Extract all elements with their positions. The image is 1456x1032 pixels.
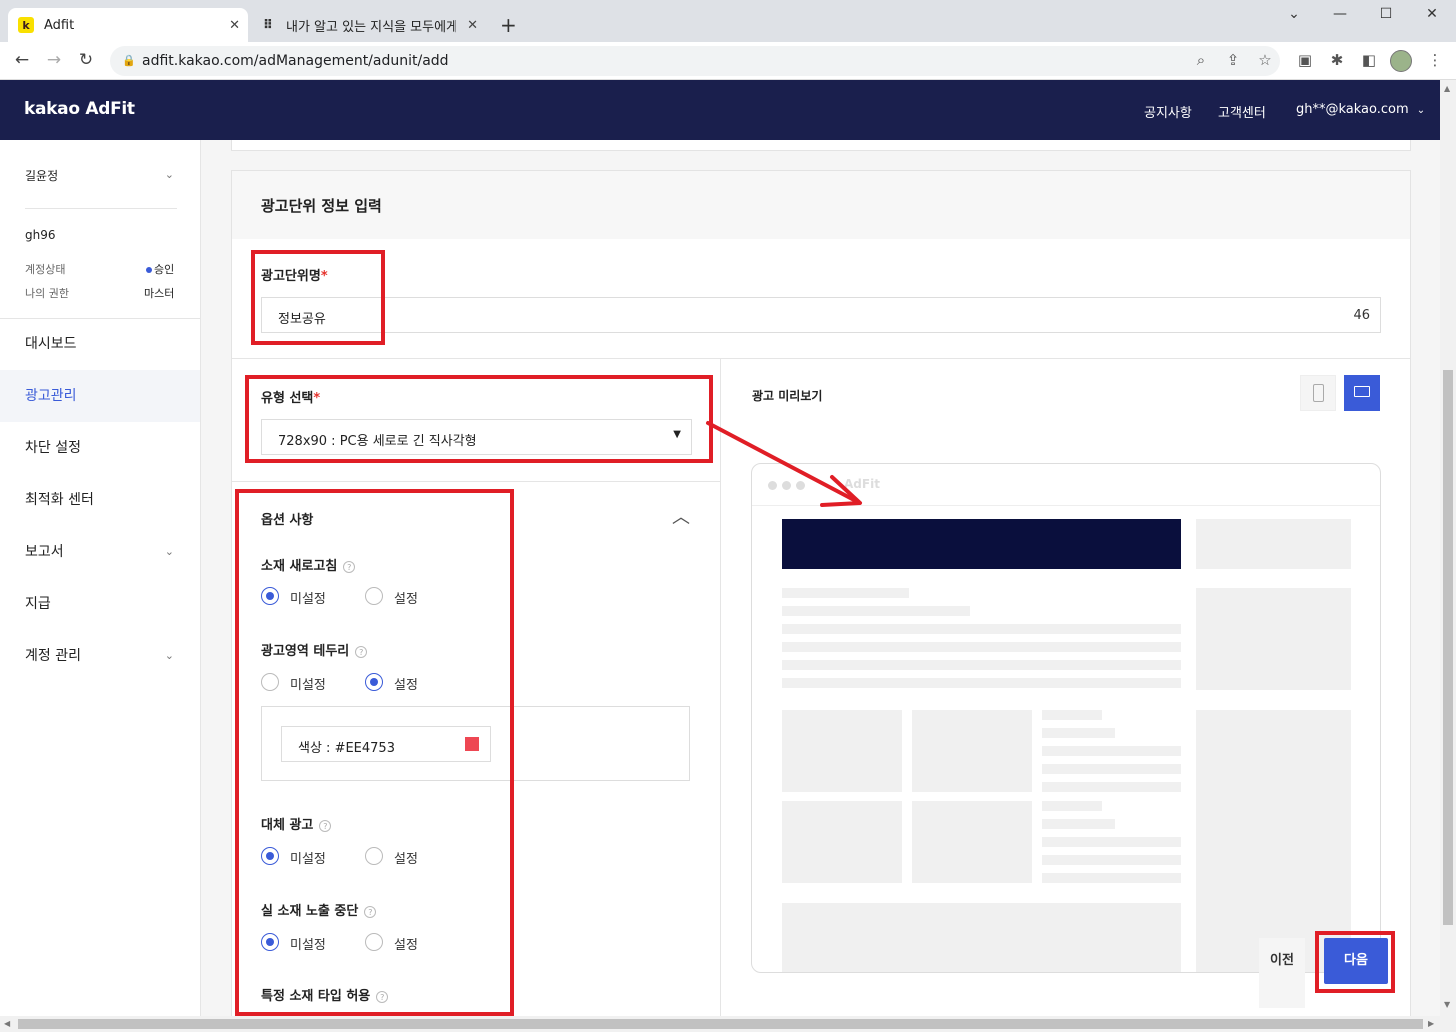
status-dot-icon <box>146 267 152 273</box>
kakao-adfit-logo[interactable]: kakao AdFit <box>24 99 135 119</box>
share-icon[interactable]: ⇪ <box>1222 51 1244 69</box>
annotation-arrow <box>706 421 862 507</box>
previous-section-card <box>231 140 1411 151</box>
sidebar-item-label: 계정 관리 <box>25 648 81 664</box>
browser-tab-bar: k Adfit ✕ ⠿ 내가 알고 있는 지식을 모두에게 ✕ + ⌄ — ☐ … <box>0 0 1456 42</box>
horizontal-scrollbar[interactable]: ◀ ▶ <box>0 1016 1456 1032</box>
mobile-icon <box>1313 384 1324 402</box>
profile-avatar[interactable] <box>1390 50 1412 72</box>
url-field[interactable]: 🔒 adfit.kakao.com/adManagement/adunit/ad… <box>110 46 1280 76</box>
minimize-icon[interactable]: — <box>1320 6 1360 22</box>
dots-favicon: ⠿ <box>262 17 274 33</box>
sidebar-item-reports[interactable]: 보고서 ⌄ <box>0 526 200 578</box>
chevron-down-icon: ⌄ <box>164 649 174 662</box>
ad-banner-preview <box>782 519 1181 569</box>
tab-adfit[interactable]: k Adfit ✕ <box>8 8 248 42</box>
sidebar-item-ad-management[interactable]: 광고관리 <box>0 370 200 422</box>
scroll-up-arrow-icon[interactable]: ▲ <box>1444 84 1450 93</box>
forward-arrow-icon[interactable]: → <box>42 50 66 70</box>
divider <box>25 208 177 209</box>
sidebar-item-label: 광고관리 <box>25 388 77 404</box>
new-tab-button[interactable]: + <box>500 13 517 37</box>
user-name[interactable]: 길윤정 <box>25 167 58 184</box>
preview-title: 광고 미리보기 <box>752 389 823 403</box>
close-tab-icon[interactable]: ✕ <box>467 18 478 33</box>
kakao-favicon: k <box>18 17 34 33</box>
role-value: 마스터 <box>144 287 175 300</box>
scroll-left-arrow-icon[interactable]: ◀ <box>4 1019 10 1028</box>
vertical-scrollbar[interactable]: ▲ ▼ <box>1440 80 1456 1016</box>
lock-icon: 🔒 <box>122 54 136 67</box>
tab-title: Adfit <box>44 17 75 33</box>
annotation-box-type <box>245 375 713 463</box>
support-link[interactable]: 고객센터 <box>1218 102 1266 121</box>
tab-knowledge[interactable]: ⠿ 내가 알고 있는 지식을 모두에게 ✕ <box>250 8 486 42</box>
divider <box>232 358 1410 359</box>
browser-menu-icon[interactable]: ⋮ <box>1424 51 1446 69</box>
app-header: kakao AdFit 공지사항 고객센터 gh**@kakao.com ⌄ <box>0 80 1440 140</box>
account-id: gh96 <box>25 228 56 242</box>
prev-button[interactable]: 이전 <box>1259 938 1305 1008</box>
card-header: 광고단위 정보 입력 <box>232 171 1410 239</box>
notice-link[interactable]: 공지사항 <box>1144 102 1192 121</box>
back-arrow-icon[interactable]: ← <box>10 50 34 70</box>
address-bar: ← → ↻ 🔒 adfit.kakao.com/adManagement/adu… <box>0 42 1456 80</box>
maximize-icon[interactable]: ☐ <box>1366 6 1406 22</box>
horizontal-scroll-thumb[interactable] <box>18 1019 1423 1029</box>
account-email: gh**@kakao.com <box>1296 102 1409 117</box>
account-menu[interactable]: gh**@kakao.com ⌄ <box>1296 102 1425 117</box>
monitor-icon <box>1354 386 1370 397</box>
scroll-down-arrow-icon[interactable]: ▼ <box>1444 1000 1450 1009</box>
pc-preview-toggle[interactable] <box>1344 375 1380 411</box>
sidebar-item-label: 대시보드 <box>25 336 77 352</box>
side-panel-icon[interactable]: ◧ <box>1358 51 1380 69</box>
sidebar-item-optimization-center[interactable]: 최적화 센터 <box>0 474 200 526</box>
sidebar-item-block-settings[interactable]: 차단 설정 <box>0 422 200 474</box>
status-value: 승인 <box>154 263 175 276</box>
media-icon[interactable]: ▣ <box>1294 51 1316 69</box>
chevron-down-icon[interactable]: ⌄ <box>165 168 174 181</box>
sidebar-item-account-management[interactable]: 계정 관리 ⌄ <box>0 630 200 682</box>
sidebar: 길윤정 ⌄ gh96 계정상태 승인 나의 권한 마스터 대시보드 광고관리 차… <box>0 140 201 1016</box>
annotation-box-next <box>1315 931 1395 993</box>
bookmark-star-icon[interactable]: ☆ <box>1254 51 1276 69</box>
search-icon[interactable]: ⌕ <box>1190 51 1212 69</box>
url-text: adfit.kakao.com/adManagement/adunit/add <box>142 53 449 69</box>
status-label: 계정상태 <box>25 263 66 276</box>
close-tab-icon[interactable]: ✕ <box>229 18 240 33</box>
preview-frame: AdFit <box>751 463 1381 973</box>
divider <box>232 481 720 482</box>
sidebar-item-label: 최적화 센터 <box>25 492 94 508</box>
section-title: 광고단위 정보 입력 <box>261 197 382 215</box>
tab-title: 내가 알고 있는 지식을 모두에게 <box>286 19 456 35</box>
role-label: 나의 권한 <box>25 287 69 300</box>
annotation-box-name <box>251 250 385 345</box>
char-counter: 46 <box>1353 308 1370 323</box>
chevron-down-icon: ⌄ <box>1416 105 1426 116</box>
extensions-icon[interactable]: ✱ <box>1326 51 1348 69</box>
annotation-box-options <box>235 489 514 1016</box>
sidebar-item-label: 지급 <box>25 596 51 612</box>
tab-search-chevron-icon[interactable]: ⌄ <box>1274 6 1314 22</box>
chevron-down-icon: ⌄ <box>164 545 174 558</box>
status-badge: 승인 <box>146 261 174 277</box>
reload-icon[interactable]: ↻ <box>74 50 98 70</box>
mobile-preview-toggle[interactable] <box>1300 375 1336 411</box>
sidebar-item-dashboard[interactable]: 대시보드 <box>0 318 200 370</box>
collapse-chevron-up-icon[interactable]: ︿ <box>672 503 690 529</box>
window-close-icon[interactable]: ✕ <box>1412 6 1452 22</box>
sidebar-item-label: 보고서 <box>25 544 64 560</box>
ad-unit-name-input[interactable]: 정보공유 46 <box>261 297 1381 333</box>
sidebar-item-payment[interactable]: 지급 <box>0 578 200 630</box>
sidebar-item-label: 차단 설정 <box>25 440 81 456</box>
scroll-right-arrow-icon[interactable]: ▶ <box>1428 1019 1434 1028</box>
vertical-scroll-thumb[interactable] <box>1443 370 1453 925</box>
